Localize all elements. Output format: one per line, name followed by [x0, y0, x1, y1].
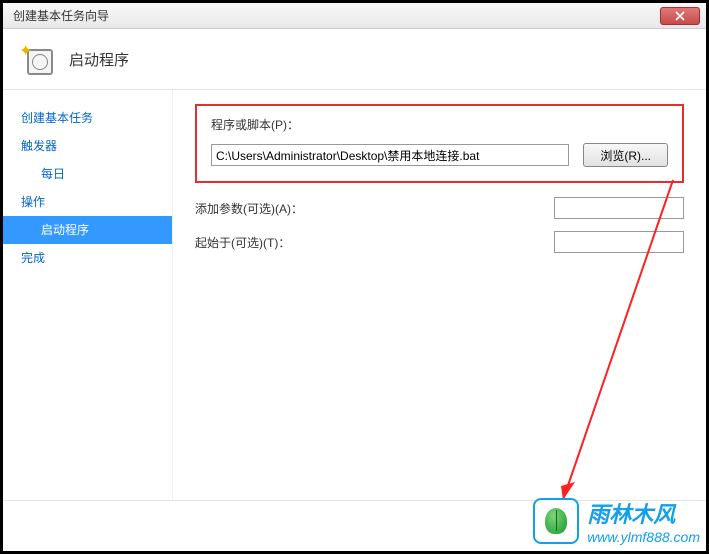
sidebar-item-create-task[interactable]: 创建基本任务 [3, 104, 172, 132]
watermark-logo-icon [533, 498, 579, 544]
startin-label: 起始于(可选)(T)： [195, 234, 315, 251]
sidebar-item-daily[interactable]: 每日 [3, 160, 172, 188]
sidebar-item-start-program[interactable]: 启动程序 [3, 216, 172, 244]
script-path-input[interactable] [211, 144, 569, 166]
wizard-sidebar: 创建基本任务 触发器 每日 操作 启动程序 完成 [3, 90, 173, 500]
titlebar: 创建基本任务向导 [3, 3, 706, 29]
highlight-annotation: 程序或脚本(P)： 浏览(R)... [195, 104, 684, 183]
wizard-body: 创建基本任务 触发器 每日 操作 启动程序 完成 程序或脚本(P)： 浏览(R)… [3, 89, 706, 501]
wizard-header: ✦ 启动程序 [3, 29, 706, 89]
args-label: 添加参数(可选)(A)： [195, 200, 315, 217]
script-label: 程序或脚本(P)： [211, 116, 299, 133]
sidebar-item-finish[interactable]: 完成 [3, 244, 172, 272]
watermark-brand: 雨林木风 [587, 502, 675, 527]
sidebar-item-action[interactable]: 操作 [3, 188, 172, 216]
sidebar-item-trigger[interactable]: 触发器 [3, 132, 172, 160]
watermark: 雨林木风 www.ylmf888.com [533, 497, 700, 545]
wizard-content: 程序或脚本(P)： 浏览(R)... 添加参数(可选)(A)： 起始于(可选)(… [173, 90, 706, 500]
args-input[interactable] [554, 197, 684, 219]
wizard-window: 创建基本任务向导 ✦ 启动程序 创建基本任务 触发器 每日 操作 启动程序 完成 [0, 0, 709, 554]
close-button[interactable] [660, 7, 700, 25]
window-title: 创建基本任务向导 [9, 7, 109, 24]
wizard-icon: ✦ [21, 43, 53, 75]
startin-input[interactable] [554, 231, 684, 253]
wizard-step-title: 启动程序 [69, 49, 129, 70]
browse-button[interactable]: 浏览(R)... [583, 143, 668, 167]
close-icon [675, 11, 685, 21]
watermark-url: www.ylmf888.com [587, 529, 700, 545]
